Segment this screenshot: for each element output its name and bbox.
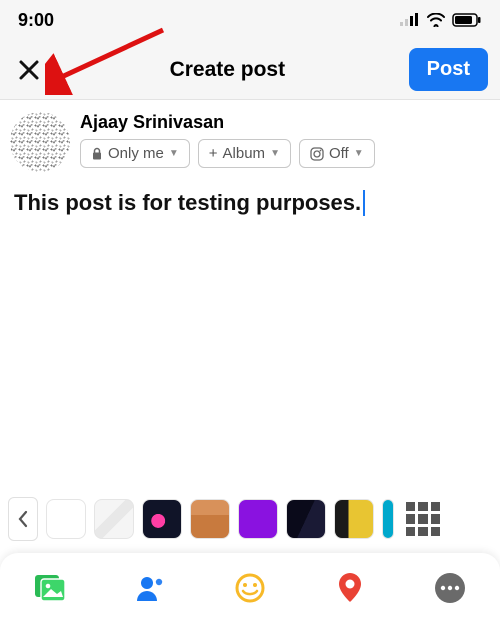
status-bar: 9:00 — [0, 0, 500, 40]
audience-selector[interactable]: Only me ▼ — [80, 139, 190, 168]
album-selector[interactable]: + Album ▼ — [198, 139, 291, 168]
cellular-icon — [400, 13, 420, 27]
add-photo-button[interactable] — [25, 563, 75, 613]
wifi-icon — [426, 13, 446, 27]
status-indicators — [400, 13, 482, 27]
chevron-left-icon — [17, 510, 29, 528]
location-icon — [336, 571, 364, 605]
chevron-down-icon: ▼ — [354, 148, 364, 159]
close-icon — [17, 58, 41, 82]
more-icon — [433, 571, 467, 605]
plus-icon: + — [209, 145, 218, 162]
instagram-toggle[interactable]: Off ▼ — [299, 139, 375, 168]
text-cursor — [363, 190, 365, 216]
post-text-input[interactable]: This post is for testing purposes. — [0, 180, 500, 226]
chevron-down-icon: ▼ — [169, 148, 179, 159]
more-options-button[interactable] — [425, 563, 475, 613]
feeling-icon — [234, 572, 266, 604]
lock-icon — [91, 147, 103, 160]
avatar[interactable] — [10, 112, 70, 172]
page-title: Create post — [170, 58, 286, 82]
bg-yellow[interactable] — [334, 499, 374, 539]
bg-prev-button[interactable] — [8, 497, 38, 541]
battery-icon — [452, 13, 482, 27]
post-button[interactable]: Post — [409, 48, 488, 91]
status-time: 9:00 — [18, 10, 54, 31]
tag-people-button[interactable] — [125, 563, 175, 613]
bg-lines[interactable] — [94, 499, 134, 539]
bg-teal[interactable] — [382, 499, 394, 539]
bg-grid-button[interactable] — [406, 502, 440, 536]
compose-header: Create post Post — [0, 40, 500, 100]
background-picker — [0, 492, 500, 546]
chevron-down-icon: ▼ — [270, 148, 280, 159]
user-row: Ajaay Srinivasan Only me ▼ + Album ▼ Off… — [0, 100, 500, 180]
tag-people-icon — [133, 573, 167, 603]
add-feeling-button[interactable] — [225, 563, 275, 613]
bg-purple[interactable] — [238, 499, 278, 539]
bg-stars[interactable] — [286, 499, 326, 539]
photo-icon — [33, 573, 67, 603]
bg-white[interactable] — [46, 499, 86, 539]
add-location-button[interactable] — [325, 563, 375, 613]
user-name: Ajaay Srinivasan — [80, 112, 490, 133]
close-button[interactable] — [12, 53, 46, 87]
bg-zigzag[interactable] — [190, 499, 230, 539]
post-text: This post is for testing purposes. — [14, 190, 361, 216]
attachment-toolbar — [0, 553, 500, 631]
instagram-icon — [310, 147, 324, 161]
bg-rocket[interactable] — [142, 499, 182, 539]
